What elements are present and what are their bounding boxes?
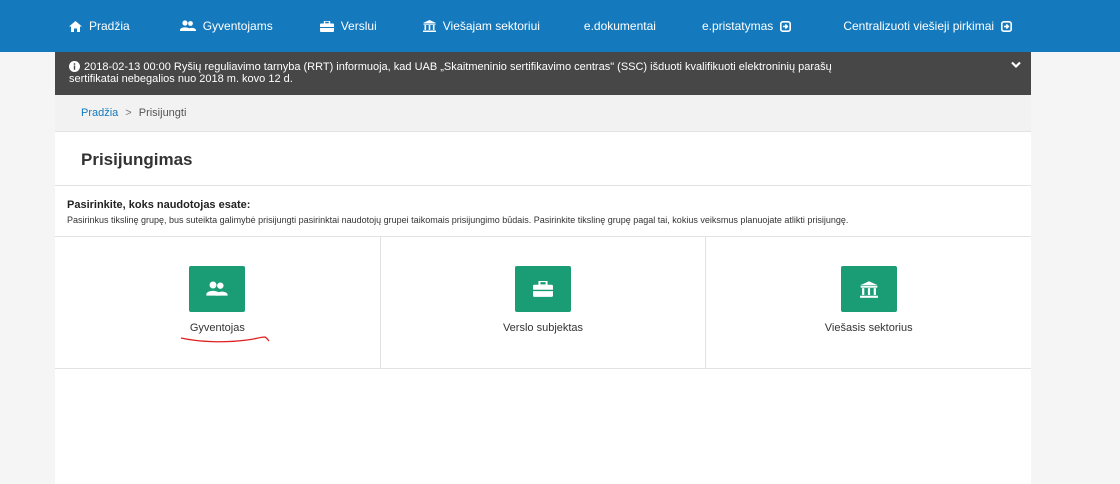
- nav-label: Viešajam sektoriui: [442, 19, 540, 33]
- nav-label: Pradžia: [89, 19, 130, 33]
- choice-label[interactable]: Verslo subjektas: [381, 322, 706, 334]
- info-icon: [69, 61, 80, 72]
- bank-icon: [422, 20, 436, 32]
- top-navigation: Pradžia Gyventojams Verslui Viešajam sek…: [0, 0, 1120, 52]
- notice-banner: 2018-02-13 00:00 Ryšių reguliavimo tarny…: [55, 52, 1031, 95]
- nav-label: e.dokumentai: [583, 19, 656, 33]
- nav-item-viesajam-sektoriui[interactable]: Viešajam sektoriui: [422, 0, 540, 52]
- breadcrumb: Pradžia > Prisijungti: [55, 95, 1031, 132]
- choice-viesasis-sektorius[interactable]: Viešasis sektorius: [706, 237, 1031, 368]
- nav-label: Gyventojams: [202, 19, 273, 33]
- annotation-underline: [180, 336, 270, 343]
- users-icon: [179, 20, 196, 31]
- briefcase-icon: [319, 20, 334, 32]
- choice-tile[interactable]: [840, 266, 897, 312]
- breadcrumb-home-link[interactable]: Pradžia: [81, 107, 118, 119]
- breadcrumb-separator: >: [125, 107, 132, 119]
- choice-verslo-subjektas[interactable]: Verslo subjektas: [381, 237, 707, 368]
- chevron-down-icon[interactable]: [1011, 61, 1021, 69]
- nav-item-e-pristatymas[interactable]: e.pristatymas: [701, 0, 792, 52]
- page-title: Prisijungimas: [81, 150, 193, 169]
- user-type-choices: Gyventojas Verslo subjektas Viešasis sek…: [55, 237, 1031, 369]
- user-type-description: Pasirinkus tikslinę grupę, bus suteikta …: [67, 215, 849, 225]
- external-link-icon: [780, 20, 792, 32]
- nav-item-e-dokumentai[interactable]: e.dokumentai: [584, 0, 656, 52]
- choice-label[interactable]: Viešasis sektorius: [706, 322, 1031, 334]
- choice-gyventojas[interactable]: Gyventojas: [55, 237, 381, 368]
- nav-label: Verslui: [340, 19, 377, 33]
- nav-item-pradzia[interactable]: Pradžia: [69, 0, 130, 52]
- bank-icon: [859, 280, 878, 298]
- nav-label: e.pristatymas: [701, 19, 774, 33]
- main-content: Prisijungimas Pasirinkite, koks naudotoj…: [55, 132, 1031, 484]
- nav-item-centralizuoti-pirkimai[interactable]: Centralizuoti viešieji pirkimai: [843, 0, 1013, 52]
- choice-tile[interactable]: [189, 266, 246, 312]
- home-icon: [69, 20, 82, 32]
- nav-item-gyventojams[interactable]: Gyventojams: [179, 0, 273, 52]
- breadcrumb-current: Prisijungti: [138, 107, 187, 119]
- choice-tile[interactable]: [515, 266, 571, 312]
- external-link-icon: [1001, 20, 1013, 32]
- user-type-prompt: Pasirinkite, koks naudotojas esate:: [67, 199, 251, 211]
- users-icon: [206, 281, 228, 296]
- notice-line-1: 2018-02-13 00:00 Ryšių reguliavimo tarny…: [69, 61, 1017, 73]
- briefcase-icon: [533, 281, 553, 297]
- divider: [55, 185, 1031, 186]
- nav-label: Centralizuoti viešieji pirkimai: [843, 19, 995, 33]
- nav-item-verslui[interactable]: Verslui: [319, 0, 377, 52]
- notice-line-2: sertifikatai nebegalios nuo 2018 m. kovo…: [69, 73, 293, 85]
